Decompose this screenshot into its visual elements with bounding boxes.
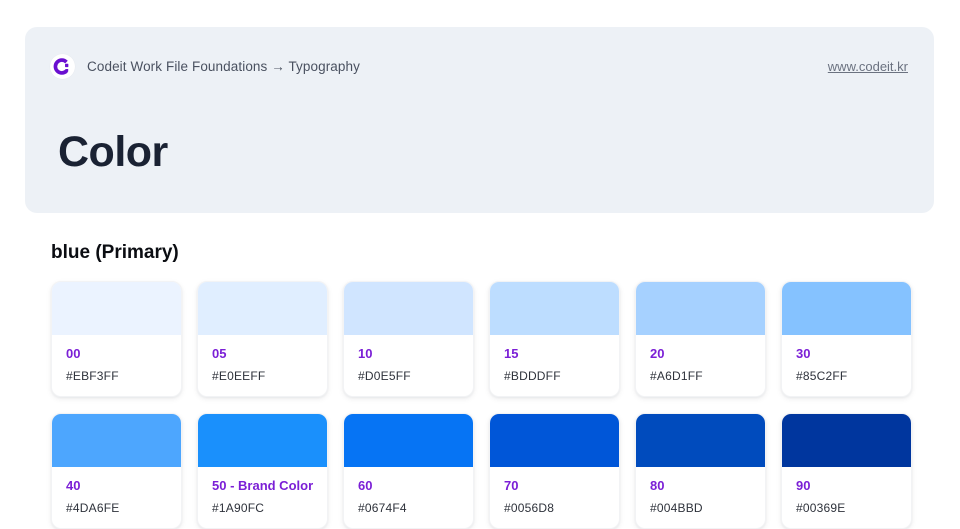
color-swatch (198, 414, 327, 467)
header-band: Codeit Work File Foundations → Typograph… (25, 27, 934, 213)
color-card-info: 60 #0674F4 (344, 467, 473, 528)
color-card: 60 #0674F4 (343, 413, 474, 529)
color-swatch (52, 282, 181, 335)
color-card-info: 90 #00369E (782, 467, 911, 528)
page-title: Color (58, 128, 168, 177)
color-swatch (782, 414, 911, 467)
color-step-label: 90 (796, 478, 897, 493)
color-card-info: 70 #0056D8 (490, 467, 619, 528)
color-hex-value: #A6D1FF (650, 369, 751, 383)
color-card: 50 - Brand Color #1A90FC (197, 413, 328, 529)
color-step-label: 70 (504, 478, 605, 493)
breadcrumb: Codeit Work File Foundations → Typograph… (87, 59, 360, 74)
color-card-info: 20 #A6D1FF (636, 335, 765, 396)
palette-section: blue (Primary) 00 #EBF3FF 05 #E0EEFF (51, 242, 912, 529)
color-card: 30 #85C2FF (781, 281, 912, 397)
color-card-info: 15 #BDDDFF (490, 335, 619, 396)
color-card: 40 #4DA6FE (51, 413, 182, 529)
color-step-label: 00 (66, 346, 167, 361)
color-step-label: 05 (212, 346, 313, 361)
color-hex-value: #85C2FF (796, 369, 897, 383)
color-card: 70 #0056D8 (489, 413, 620, 529)
color-swatch (490, 282, 619, 335)
color-card: 80 #004BBD (635, 413, 766, 529)
color-hex-value: #E0EEFF (212, 369, 313, 383)
color-swatch (344, 414, 473, 467)
section-title: blue (Primary) (51, 242, 912, 264)
color-card: 10 #D0E5FF (343, 281, 474, 397)
color-card-info: 00 #EBF3FF (52, 335, 181, 396)
color-hex-value: #BDDDFF (504, 369, 605, 383)
codeit-logo-icon[interactable] (50, 54, 75, 79)
color-step-label: 20 (650, 346, 751, 361)
color-card-info: 10 #D0E5FF (344, 335, 473, 396)
color-card: 15 #BDDDFF (489, 281, 620, 397)
color-swatch (636, 414, 765, 467)
color-step-label: 50 - Brand Color (212, 478, 313, 493)
color-swatch (782, 282, 911, 335)
color-step-label: 80 (650, 478, 751, 493)
color-hex-value: #00369E (796, 501, 897, 515)
color-step-label: 15 (504, 346, 605, 361)
color-hex-value: #0056D8 (504, 501, 605, 515)
color-hex-value: #4DA6FE (66, 501, 167, 515)
color-hex-value: #0674F4 (358, 501, 459, 515)
color-swatch (490, 414, 619, 467)
color-card: 90 #00369E (781, 413, 912, 529)
color-swatch (52, 414, 181, 467)
color-swatch (636, 282, 765, 335)
codeit-logo-glyph (53, 57, 72, 76)
color-step-label: 60 (358, 478, 459, 493)
color-card-info: 40 #4DA6FE (52, 467, 181, 528)
header-top-row: Codeit Work File Foundations → Typograph… (25, 27, 934, 79)
color-hex-value: #EBF3FF (66, 369, 167, 383)
color-card-info: 05 #E0EEFF (198, 335, 327, 396)
site-link[interactable]: www.codeit.kr (828, 59, 908, 74)
color-step-label: 10 (358, 346, 459, 361)
color-step-label: 40 (66, 478, 167, 493)
color-card-info: 30 #85C2FF (782, 335, 911, 396)
swatch-grid: 00 #EBF3FF 05 #E0EEFF 10 #D0E5FF (51, 281, 912, 529)
color-card: 00 #EBF3FF (51, 281, 182, 397)
color-hex-value: #004BBD (650, 501, 751, 515)
color-step-label: 30 (796, 346, 897, 361)
color-card: 05 #E0EEFF (197, 281, 328, 397)
color-hex-value: #1A90FC (212, 501, 313, 515)
color-swatch (344, 282, 473, 335)
color-card-info: 50 - Brand Color #1A90FC (198, 467, 327, 528)
color-card-info: 80 #004BBD (636, 467, 765, 528)
color-hex-value: #D0E5FF (358, 369, 459, 383)
color-card: 20 #A6D1FF (635, 281, 766, 397)
color-swatch (198, 282, 327, 335)
